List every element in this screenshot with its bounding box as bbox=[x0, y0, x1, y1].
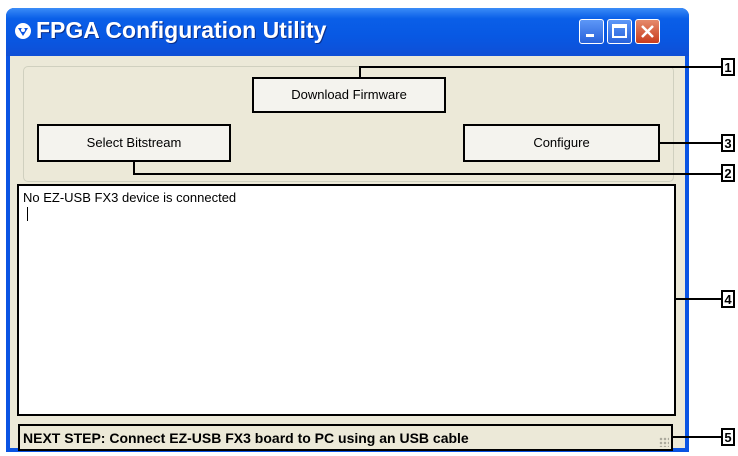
maximize-icon bbox=[612, 24, 627, 38]
close-icon bbox=[641, 25, 654, 38]
resize-grip-icon[interactable] bbox=[659, 437, 669, 447]
log-textarea[interactable]: No EZ-USB FX3 device is connected bbox=[15, 182, 678, 418]
select-bitstream-label: Select Bitstream bbox=[86, 135, 182, 150]
select-bitstream-button[interactable]: Select Bitstream bbox=[37, 124, 231, 162]
callout-line-1b bbox=[359, 66, 721, 68]
log-text: No EZ-USB FX3 device is connected bbox=[23, 190, 237, 205]
download-firmware-button[interactable]: Download Firmware bbox=[252, 77, 446, 113]
callout-5: 5 bbox=[721, 428, 735, 446]
callout-4: 4 bbox=[721, 290, 735, 308]
callout-line-3 bbox=[660, 142, 721, 144]
callout-2: 2 bbox=[721, 164, 735, 182]
minimize-icon bbox=[586, 34, 594, 37]
configure-label: Configure bbox=[533, 135, 590, 150]
close-button[interactable] bbox=[635, 19, 660, 44]
callout-line-2b bbox=[133, 173, 721, 175]
callout-line-5 bbox=[673, 436, 721, 438]
status-text: NEXT STEP: Connect EZ-USB FX3 board to P… bbox=[23, 430, 469, 446]
callout-1: 1 bbox=[721, 58, 735, 76]
callout-line-4 bbox=[676, 298, 721, 300]
download-firmware-label: Download Firmware bbox=[291, 87, 407, 102]
minimize-button[interactable] bbox=[579, 19, 604, 44]
title-bar[interactable]: FPGA Configuration Utility bbox=[6, 8, 689, 56]
window-title: FPGA Configuration Utility bbox=[36, 17, 327, 43]
app-icon bbox=[15, 23, 31, 39]
callout-3: 3 bbox=[721, 134, 735, 152]
status-bar: NEXT STEP: Connect EZ-USB FX3 board to P… bbox=[18, 424, 673, 451]
configure-button[interactable]: Configure bbox=[463, 124, 660, 162]
text-caret bbox=[27, 207, 28, 221]
maximize-button[interactable] bbox=[607, 19, 632, 44]
